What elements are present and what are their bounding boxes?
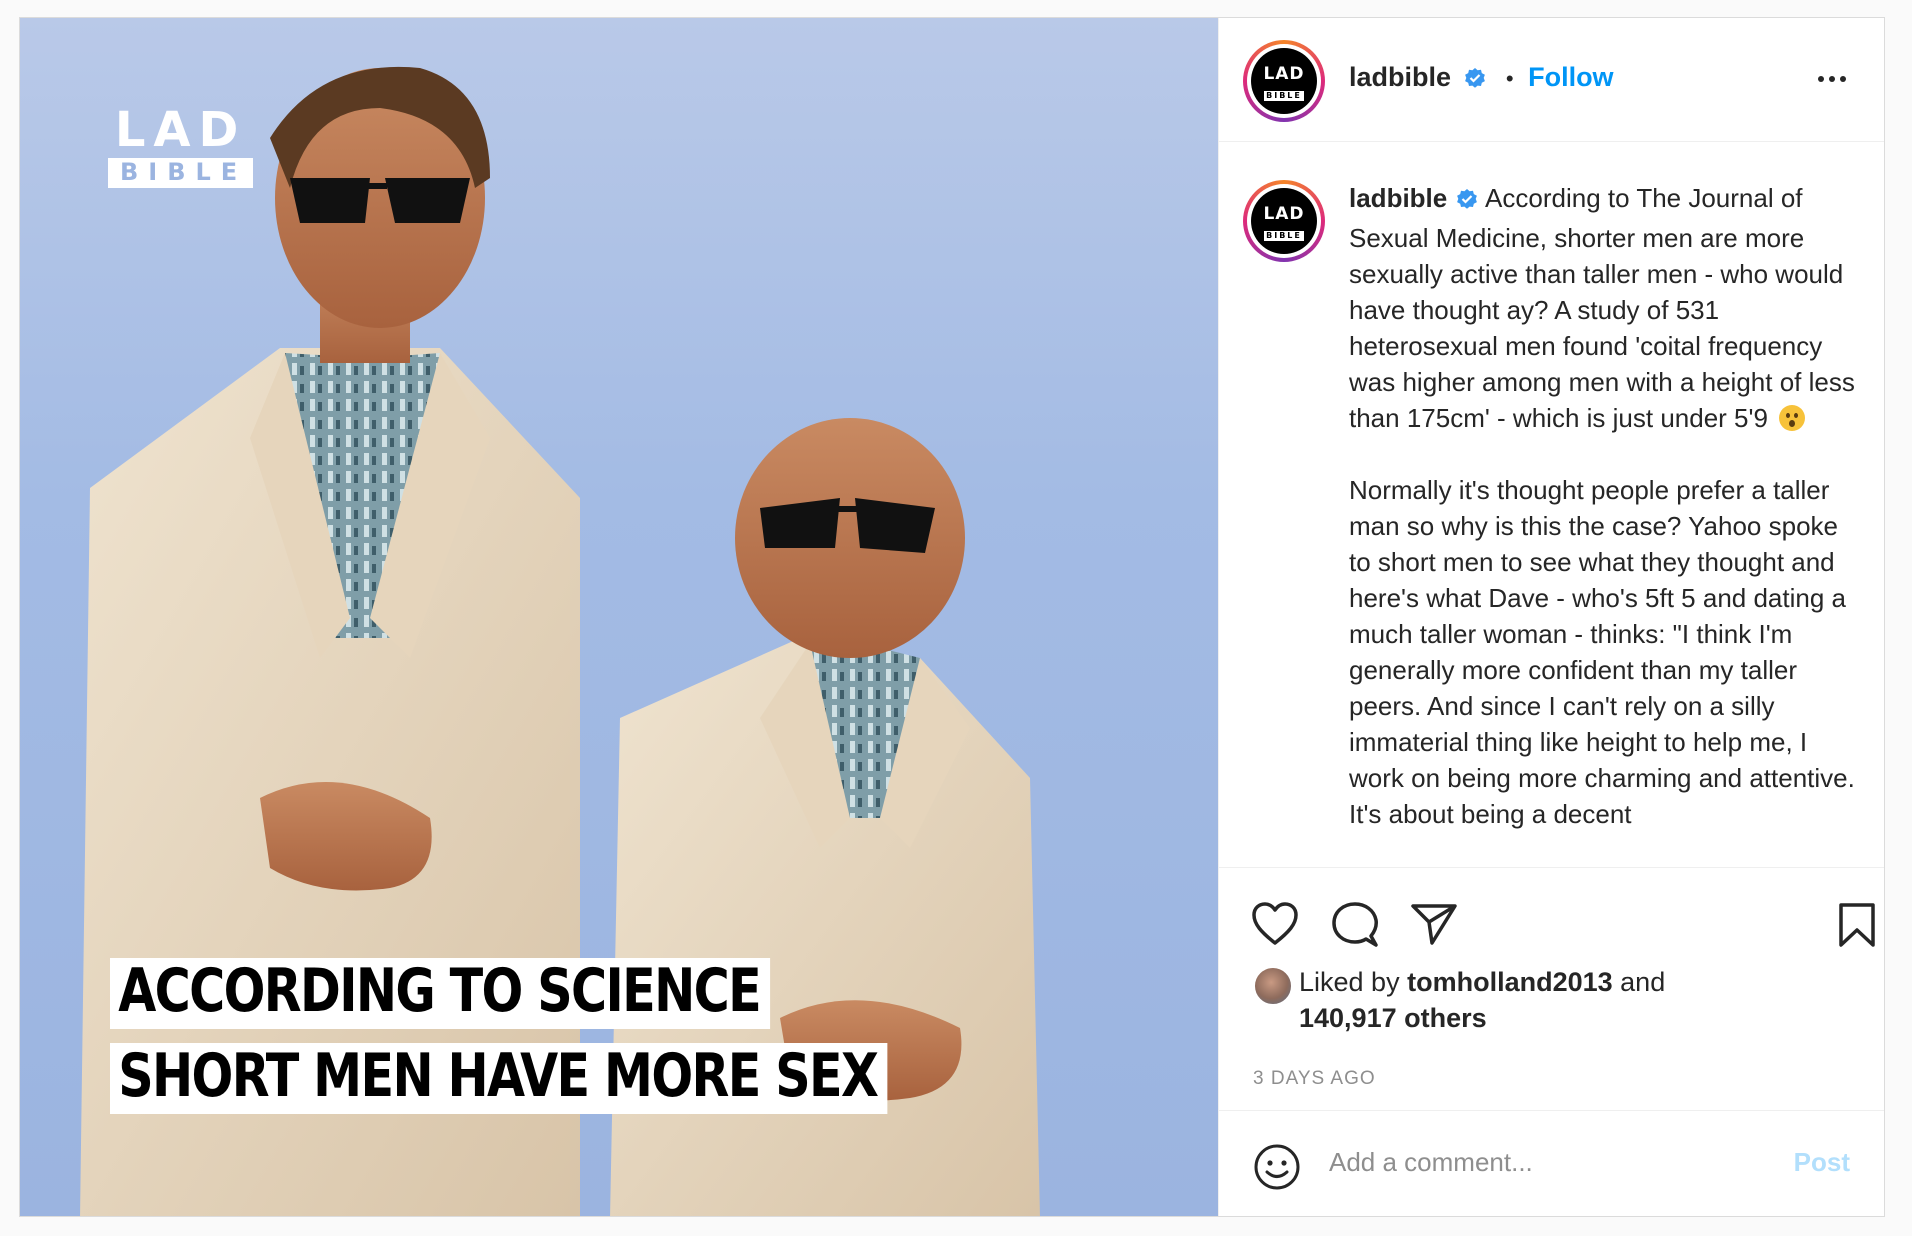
- follow-button[interactable]: Follow: [1528, 62, 1613, 92]
- emoji-smile-icon[interactable]: [1253, 1143, 1301, 1196]
- post-comment-button[interactable]: Post: [1794, 1147, 1850, 1178]
- action-bar: [1219, 868, 1884, 968]
- caption-paragraph-1: According to The Journal of Sexual Medic…: [1349, 183, 1855, 433]
- comment-icon[interactable]: [1331, 902, 1379, 953]
- comment-composer: Add a comment... Post: [1219, 1110, 1884, 1216]
- liker-username[interactable]: tomholland2013: [1407, 967, 1613, 997]
- more-options-icon[interactable]: [1818, 76, 1846, 82]
- verified-badge-icon: [1455, 184, 1479, 220]
- author-username[interactable]: ladbible: [1349, 62, 1451, 92]
- caption-paragraph-2: Normally it's thought people prefer a ta…: [1349, 475, 1855, 829]
- instagram-post: LAD BIBLE ACCORDING TO SCIENCE SHORT MEN…: [19, 17, 1885, 1217]
- paper-plane-icon[interactable]: [1410, 902, 1458, 951]
- image-caption-line-2: SHORT MEN HAVE MORE SEX: [110, 1043, 888, 1114]
- verified-badge-icon: [1463, 66, 1487, 95]
- caption-scroll-area[interactable]: LAD BIBLE ladbible According to The Jour…: [1219, 142, 1884, 868]
- post-caption: ladbible According to The Journal of Sex…: [1349, 180, 1859, 867]
- header-separator: •: [1505, 66, 1514, 91]
- post-side-panel: LAD BIBLE ladbible • Follow LAD BIBLE la…: [1218, 18, 1884, 1216]
- author-avatar[interactable]: LAD BIBLE: [1243, 40, 1325, 122]
- likes-summary: Liked by tomholland2013 and 140,917 othe…: [1253, 964, 1665, 1036]
- caption-author-avatar[interactable]: LAD BIBLE: [1243, 180, 1325, 262]
- post-image[interactable]: LAD BIBLE ACCORDING TO SCIENCE SHORT MEN…: [20, 18, 1218, 1216]
- bookmark-icon[interactable]: [1837, 902, 1877, 953]
- likes-others-link[interactable]: 140,917 others: [1299, 1003, 1487, 1033]
- caption-username[interactable]: ladbible: [1349, 183, 1447, 213]
- post-photo-illustration: [80, 66, 1040, 1216]
- likes-prefix: Liked by: [1299, 967, 1400, 997]
- liker-avatar[interactable]: [1253, 966, 1293, 1006]
- ladbible-watermark-logo: LAD BIBLE: [108, 106, 254, 188]
- likes-and: and: [1620, 967, 1666, 997]
- astonished-face-emoji-icon: [1779, 405, 1806, 431]
- comment-input[interactable]: Add a comment...: [1329, 1147, 1533, 1178]
- post-timestamp[interactable]: 3 DAYS AGO: [1253, 1068, 1376, 1090]
- post-header: LAD BIBLE ladbible • Follow: [1219, 18, 1884, 142]
- image-caption-line-1: ACCORDING TO SCIENCE: [110, 958, 770, 1029]
- heart-icon[interactable]: [1251, 902, 1299, 951]
- header-userline: ladbible • Follow: [1349, 62, 1614, 95]
